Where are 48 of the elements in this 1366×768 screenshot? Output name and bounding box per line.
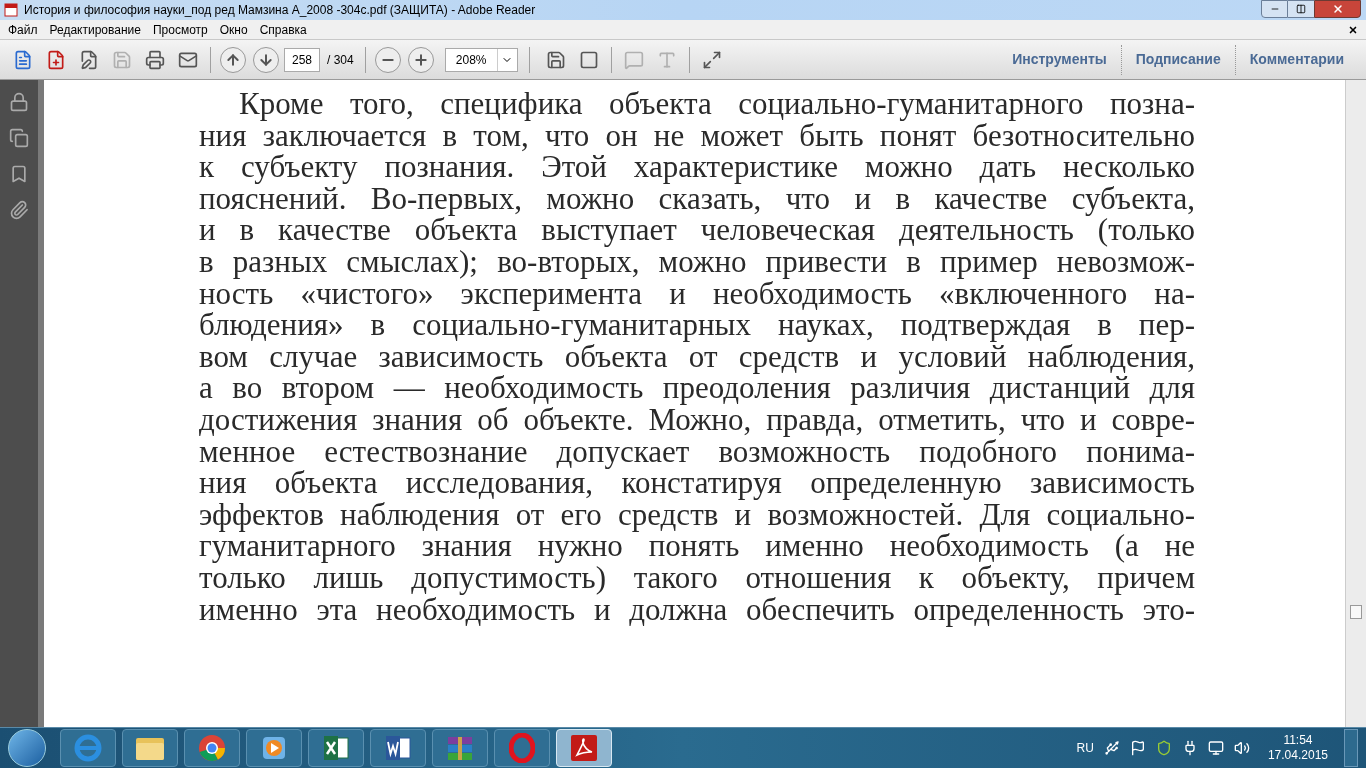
lock-icon[interactable] [9,92,29,112]
text-line: Кроме того, специфика объекта социально-гуманитарного позна- [238,88,1195,120]
page-number-field[interactable]: 258 [284,47,320,72]
menu-item[interactable]: Окно [213,20,254,39]
window-title: История и философия науки_под ред Мамзина А_2008 -304с.pdf (ЗАЩИТА) - Adobe Reader [24,2,536,19]
bookmark-icon[interactable] [9,164,29,184]
pdf-icon [4,3,18,17]
opera-icon [509,733,535,763]
play-icon [261,735,287,761]
menu-item[interactable]: Справка [253,20,313,39]
shield-icon[interactable] [1155,740,1172,756]
spreadsheet-icon [322,734,350,762]
usb-icon[interactable] [1103,740,1120,756]
taskbar-app[interactable] [308,729,364,767]
browser-e-icon [73,733,103,763]
close-button[interactable] [1314,0,1361,18]
menu-item[interactable]: Редактирование [43,20,147,39]
volume-icon[interactable] [1233,740,1250,756]
clock-date[interactable]: 17.04.2015 [1267,748,1328,763]
pdf-app-icon [570,734,598,762]
close-icon [1331,3,1344,15]
chrome-icon [198,734,226,762]
page-total: / 304 [326,51,355,69]
archive-books-icon [445,734,475,762]
clock-time[interactable]: 11:54 [1283,733,1313,748]
restore-button[interactable] [1288,0,1314,18]
flag-icon[interactable] [1129,740,1146,756]
document-w-icon [384,734,412,762]
menu-item[interactable]: Файл [2,20,44,39]
taskbar-app[interactable] [246,729,302,767]
panel-tab[interactable]: Подписание [1120,44,1235,75]
attachment-icon[interactable] [9,200,29,220]
panel-tab[interactable]: Комментарии [1234,44,1358,75]
taskbar-app[interactable] [184,729,240,767]
taskbar-app[interactable] [122,729,178,767]
taskbar-app[interactable] [432,729,488,767]
menu-item[interactable]: Просмотр [146,20,214,39]
minimize-button[interactable] [1261,0,1288,18]
folder-icon [135,735,165,761]
pages-icon[interactable] [9,128,29,148]
close-toolbar-icon[interactable] [1348,24,1358,35]
zoom-dropdown[interactable]: 208% [444,47,518,72]
text-line: к субъекту познания. Этой характеристике можно дать несколько [199,151,1195,183]
language-indicator[interactable]: RU [1076,739,1094,757]
restore-icon [1296,4,1306,14]
start-button[interactable] [8,729,46,767]
taskbar-app[interactable] [370,729,426,767]
panel-tab[interactable]: Инструменты [998,44,1121,75]
